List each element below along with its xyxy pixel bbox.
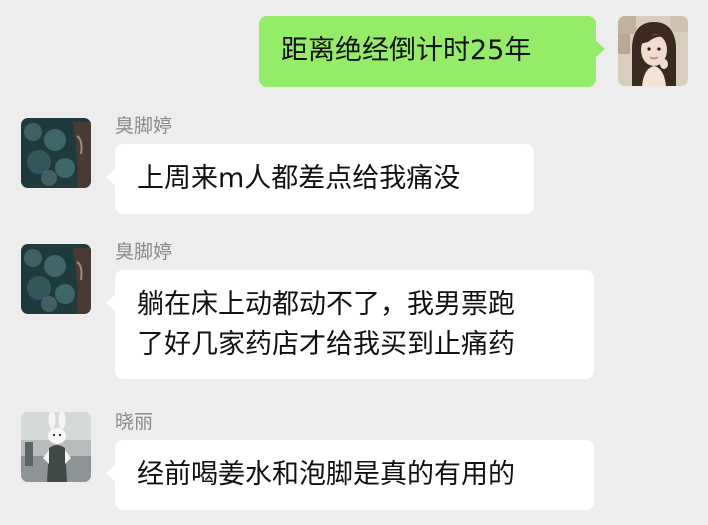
message-text-line: 了好几家药店才给我买到止痛药	[137, 329, 515, 360]
message-text: 经前喝姜水和泡脚是真的有用的	[137, 459, 515, 490]
message-bubble[interactable]: 躺在床上动都动不了，我男票跑 了好几家药店才给我买到止痛药	[106, 270, 594, 379]
sender-name: 臭脚婷	[115, 115, 173, 137]
woman-portrait-avatar-icon[interactable]	[618, 16, 688, 86]
rabbit-figure-avatar-icon[interactable]	[21, 412, 91, 482]
dark-teal-texture-avatar-icon[interactable]	[21, 118, 91, 188]
sender-name: 晓丽	[115, 411, 154, 433]
message-bubble[interactable]: 上周来m人都差点给我痛没	[106, 144, 534, 214]
message-text-line: 躺在床上动都动不了，我男票跑	[137, 289, 515, 320]
dark-teal-texture-avatar-icon[interactable]	[21, 244, 91, 314]
sender-name: 臭脚婷	[115, 241, 173, 263]
message-text: 距离绝经倒计时25年	[281, 35, 532, 66]
message-bubble[interactable]: 经前喝姜水和泡脚是真的有用的	[106, 440, 594, 510]
message-text: 上周来m人都差点给我痛没	[137, 163, 461, 194]
message-bubble-self[interactable]: 距离绝经倒计时25年	[259, 16, 605, 87]
